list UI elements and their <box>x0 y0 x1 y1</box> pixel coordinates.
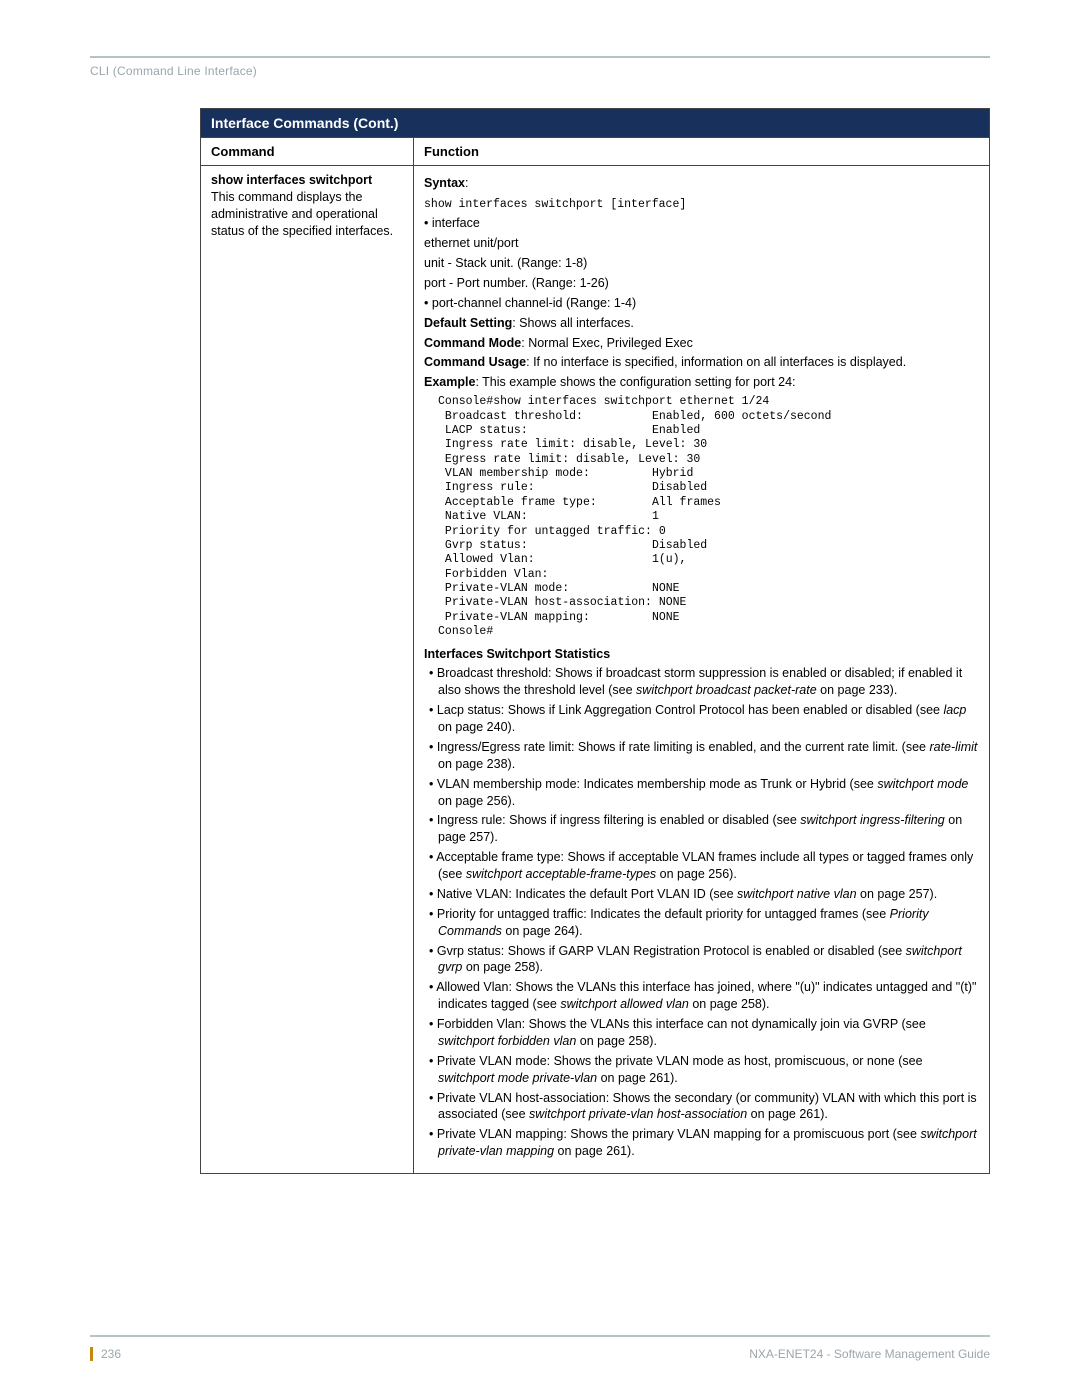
page-number: 236 <box>90 1347 121 1361</box>
command-name: show interfaces switchport <box>211 172 403 189</box>
col-header-function: Function <box>414 138 990 166</box>
bottom-rule <box>90 1335 990 1337</box>
stat-gvrp: Gvrp status: Shows if GARP VLAN Registra… <box>424 943 979 977</box>
interface-label: • interface <box>424 215 979 232</box>
guide-title: NXA-ENET24 - Software Management Guide <box>749 1347 990 1361</box>
example-label: Example <box>424 375 475 389</box>
stats-heading: Interfaces Switchport Statistics <box>424 646 979 663</box>
stat-lacp: Lacp status: Shows if Link Aggregation C… <box>424 702 979 736</box>
port-channel-label: • port-channel channel-id (Range: 1-4) <box>424 295 979 312</box>
top-rule <box>90 56 990 58</box>
stat-broadcast: Broadcast threshold: Shows if broadcast … <box>424 665 979 699</box>
stat-frame-type: Acceptable frame type: Shows if acceptab… <box>424 849 979 883</box>
stat-allowed-vlan: Allowed Vlan: Shows the VLANs this inter… <box>424 979 979 1013</box>
breadcrumb: CLI (Command Line Interface) <box>90 64 990 78</box>
content-area: Interface Commands (Cont.) Command Funct… <box>200 108 990 1174</box>
stat-pvlan-host: Private VLAN host-association: Shows the… <box>424 1090 979 1124</box>
example-output: Console#show interfaces switchport ether… <box>438 395 979 639</box>
stat-ingress-rule: Ingress rule: Shows if ingress filtering… <box>424 812 979 846</box>
function-cell: Syntax: show interfaces switchport [inte… <box>414 166 990 1174</box>
col-header-command: Command <box>201 138 414 166</box>
footer: 236 NXA-ENET24 - Software Management Gui… <box>90 1347 990 1361</box>
example-text: : This example shows the configuration s… <box>475 375 795 389</box>
port-label: port - Port number. (Range: 1-26) <box>424 275 979 292</box>
stat-pvlan-mode: Private VLAN mode: Shows the private VLA… <box>424 1053 979 1087</box>
command-mode-text: : Normal Exec, Privileged Exec <box>521 336 693 350</box>
default-setting-label: Default Setting <box>424 316 512 330</box>
stat-forbidden-vlan: Forbidden Vlan: Shows the VLANs this int… <box>424 1016 979 1050</box>
command-cell: show interfaces switchport This command … <box>201 166 414 1174</box>
command-usage-text: : If no interface is specified, informat… <box>526 355 906 369</box>
commands-table: Interface Commands (Cont.) Command Funct… <box>200 108 990 1174</box>
default-setting-text: : Shows all interfaces. <box>512 316 634 330</box>
stat-native-vlan: Native VLAN: Indicates the default Port … <box>424 886 979 903</box>
table-title: Interface Commands (Cont.) <box>201 109 990 138</box>
ethernet-label: ethernet unit/port <box>424 235 979 252</box>
syntax-line: show interfaces switchport [interface] <box>424 198 686 211</box>
stat-priority: Priority for untagged traffic: Indicates… <box>424 906 979 940</box>
syntax-label: Syntax <box>424 176 465 190</box>
command-description: This command displays the administrative… <box>211 189 403 240</box>
command-usage-label: Command Usage <box>424 355 526 369</box>
stat-pvlan-mapping: Private VLAN mapping: Shows the primary … <box>424 1126 979 1160</box>
stat-vlan-mode: VLAN membership mode: Indicates membersh… <box>424 776 979 810</box>
stat-rate-limit: Ingress/Egress rate limit: Shows if rate… <box>424 739 979 773</box>
page: CLI (Command Line Interface) Interface C… <box>0 0 1080 1397</box>
unit-label: unit - Stack unit. (Range: 1-8) <box>424 255 979 272</box>
command-mode-label: Command Mode <box>424 336 521 350</box>
